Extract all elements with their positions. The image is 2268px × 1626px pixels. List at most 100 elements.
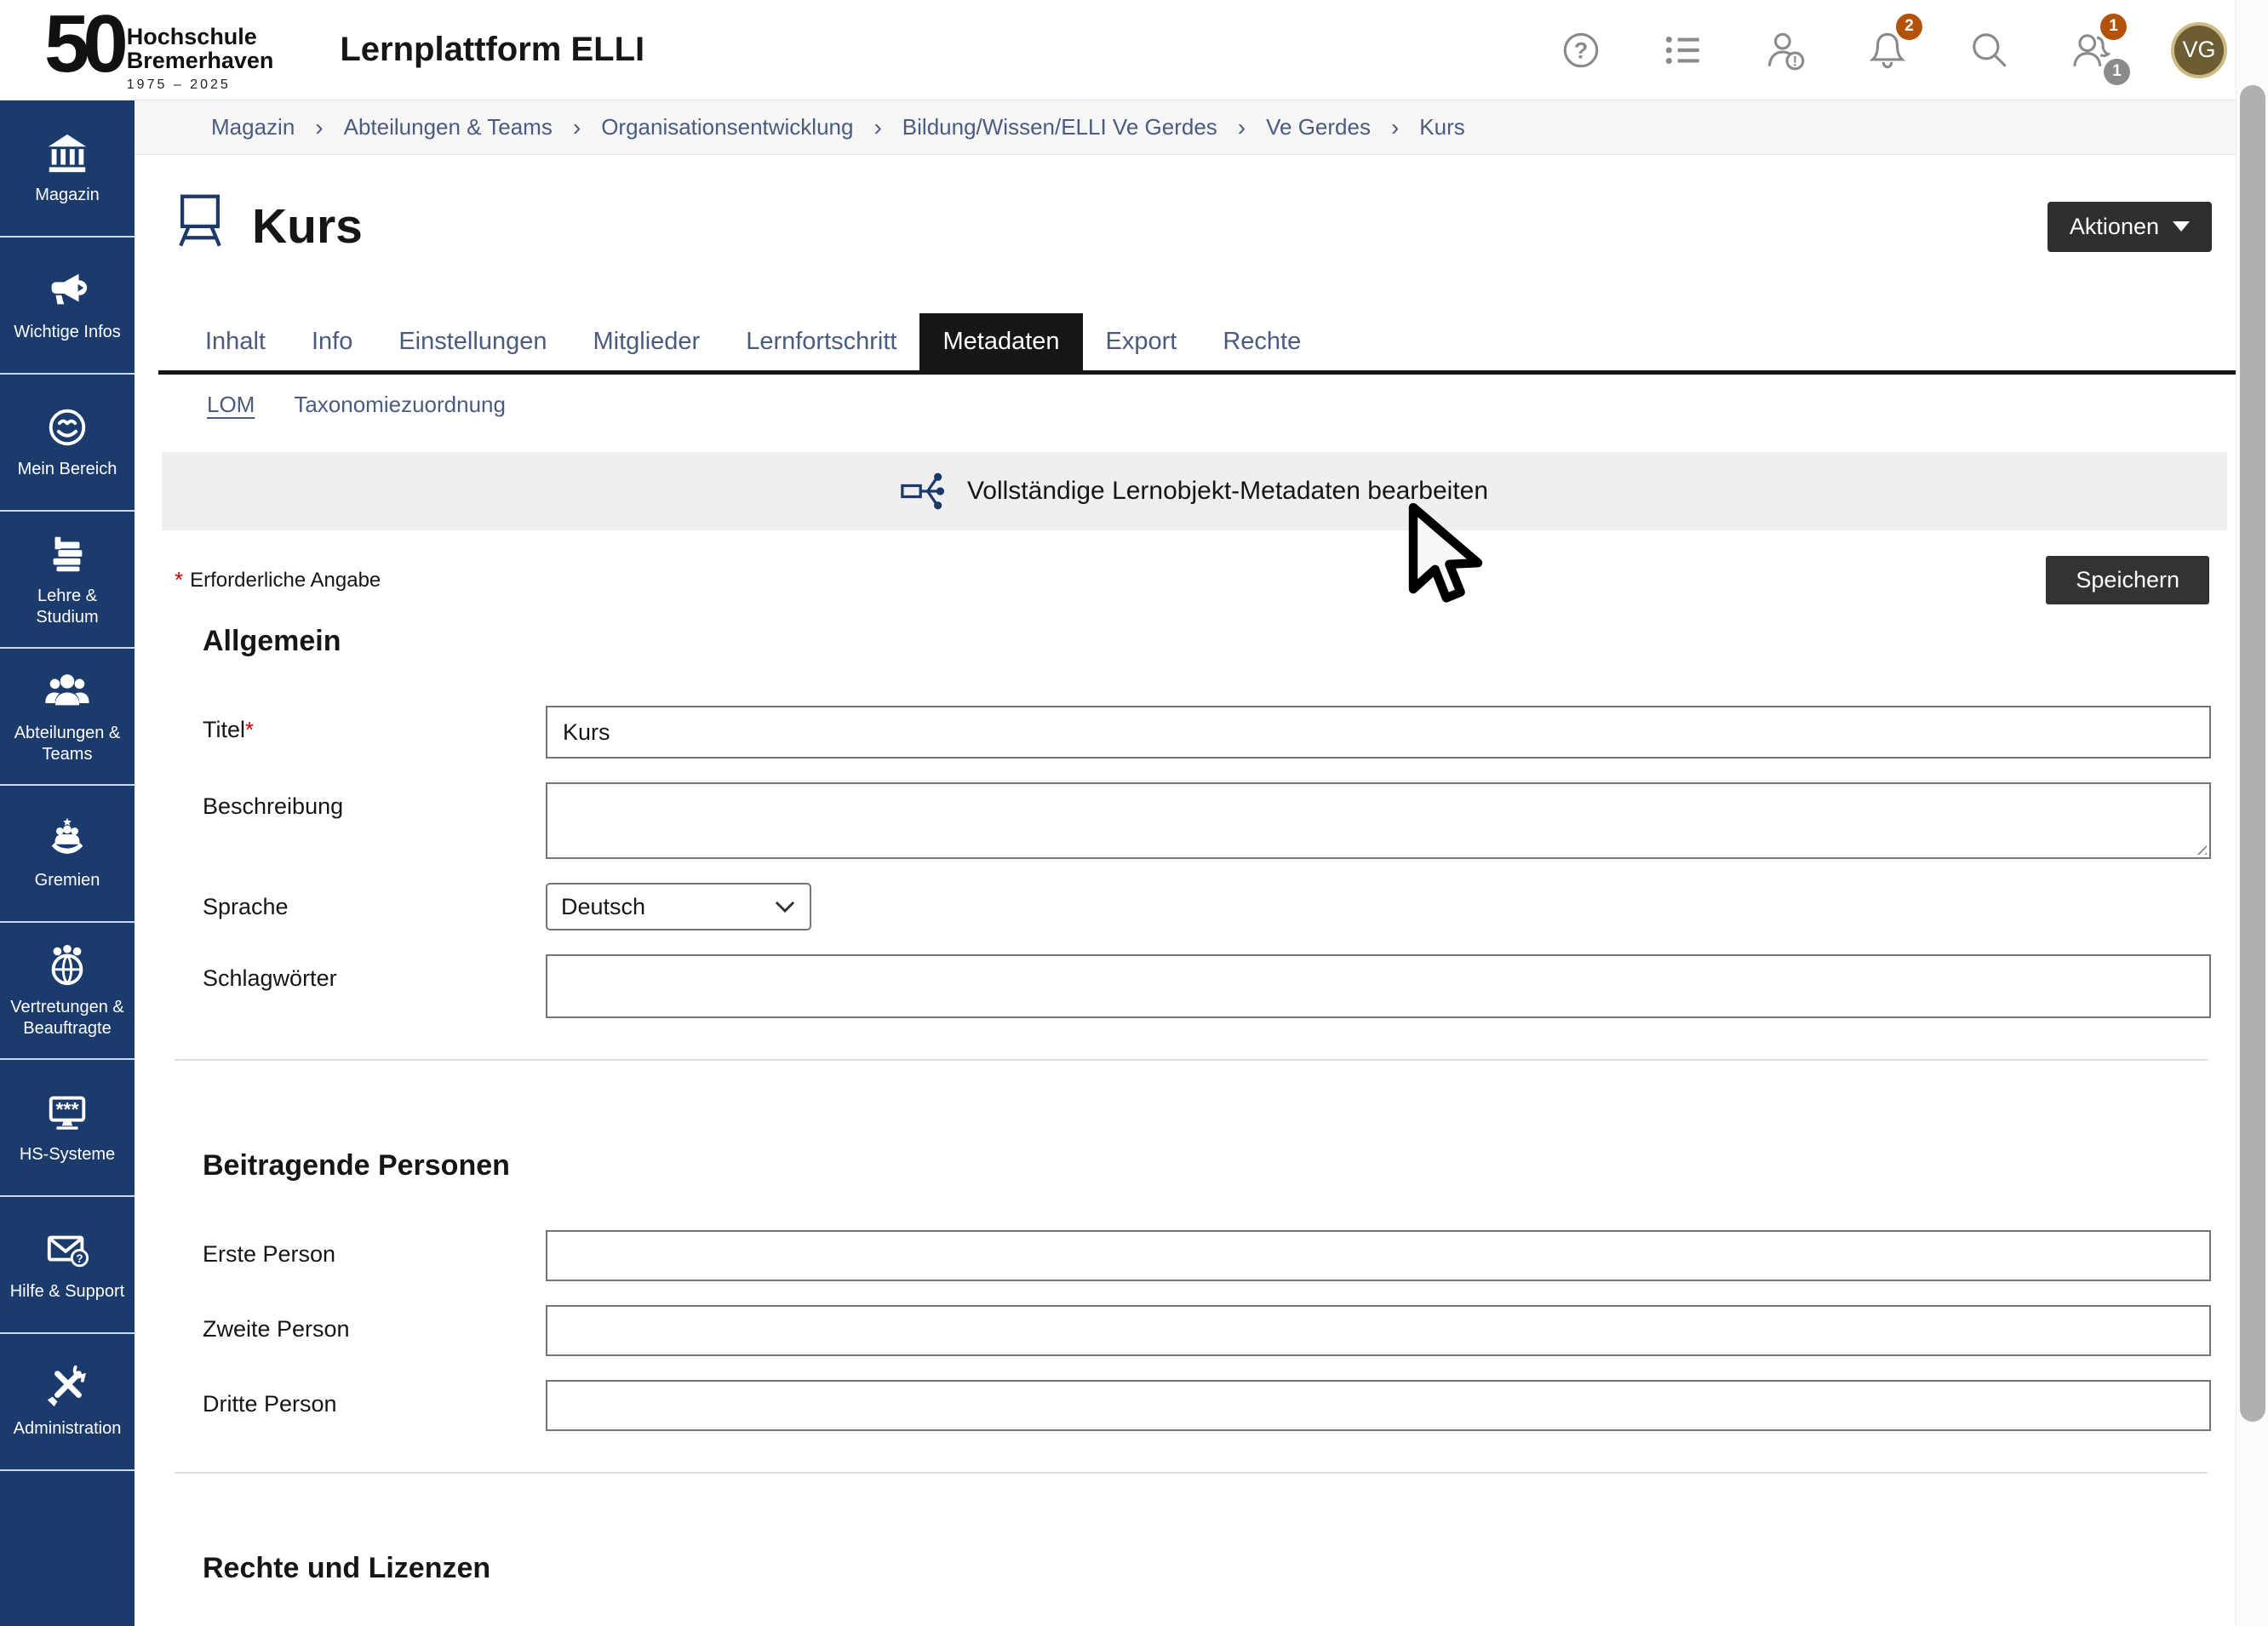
tab-inhalt[interactable]: Inhalt (182, 313, 289, 370)
schlagwoerter-input[interactable] (546, 954, 2211, 1018)
form-row-erste-person: Erste Person (203, 1230, 2211, 1281)
dritte-person-input[interactable] (546, 1380, 2211, 1431)
tab-metadaten[interactable]: Metadaten (919, 313, 1082, 370)
zweite-person-input[interactable] (546, 1305, 2211, 1356)
university-logo: 50 Hochschule Bremerhaven 1975 – 2025 (44, 7, 273, 92)
actions-button[interactable]: Aktionen (2048, 202, 2212, 252)
sidebar-item-magazin[interactable]: Magazin (0, 100, 135, 238)
contacts-icon[interactable]: 1 1 (2069, 27, 2115, 73)
form-row-beschreibung: Beschreibung (203, 782, 2211, 859)
sidebar-item-hilfe-support[interactable]: ? Hilfe & Support (0, 1197, 135, 1334)
subtab-taxonomiezuordnung[interactable]: Taxonomiezuordnung (294, 392, 506, 418)
vertical-scrollbar[interactable] (2236, 0, 2268, 1626)
subtab-lom[interactable]: LOM (207, 392, 255, 418)
committee-icon (44, 816, 90, 862)
user-status-icon[interactable]: ! (1762, 27, 1808, 73)
contacts-badge-count: 1 (2104, 59, 2130, 85)
breadcrumb-ve-gerdes[interactable]: Ve Gerdes (1266, 114, 1371, 140)
tab-einstellungen[interactable]: Einstellungen (375, 313, 570, 370)
sidebar-item-vertretungen[interactable]: Vertretungen & Beauftragte (0, 923, 135, 1060)
sprache-select[interactable]: Deutsch (546, 883, 811, 930)
course-easel-icon (174, 192, 226, 261)
sidebar-item-hs-systeme[interactable]: *** HS-Systeme (0, 1060, 135, 1197)
tab-rechte[interactable]: Rechte (1200, 313, 1324, 370)
breadcrumb-separator: › (873, 114, 881, 141)
main-content: Magazin › Abteilungen & Teams › Organisa… (135, 100, 2236, 1626)
dritte-person-label: Dritte Person (203, 1380, 546, 1431)
section-heading-allgemein: Allgemein (203, 625, 2236, 658)
top-header: 50 Hochschule Bremerhaven 1975 – 2025 Le… (0, 0, 2268, 100)
section-heading-beitragende: Beitragende Personen (203, 1149, 2236, 1182)
svg-text:!: ! (1793, 53, 1798, 69)
tab-bar: Inhalt Info Einstellungen Mitglieder Ler… (158, 313, 2236, 375)
beschreibung-textarea[interactable] (546, 782, 2211, 859)
hub-share-icon (901, 469, 945, 513)
form-row-titel: Titel* (203, 706, 2211, 759)
section-heading-rechte: Rechte und Lizenzen (203, 1552, 2236, 1585)
section-divider (175, 1059, 2208, 1061)
breadcrumb-separator: › (1238, 114, 1246, 141)
erste-person-label: Erste Person (203, 1230, 546, 1281)
form-row-schlagwoerter: Schlagwörter (203, 954, 2211, 1018)
chevron-down-icon (774, 899, 796, 914)
monitor-icon: *** (44, 1090, 90, 1136)
breadcrumb: Magazin › Abteilungen & Teams › Organisa… (135, 100, 2236, 155)
svg-text:?: ? (76, 1252, 83, 1265)
header-icon-bar: ? ! 2 (1558, 22, 2227, 78)
sidebar-item-lehre-studium[interactable]: Lehre & Studium (0, 512, 135, 649)
search-icon[interactable] (1967, 27, 2013, 73)
help-icon[interactable]: ? (1558, 27, 1604, 73)
required-note: Erforderliche Angabe (190, 569, 381, 593)
sidebar-item-mein-bereich[interactable]: Mein Bereich (0, 375, 135, 512)
mail-help-icon: ? (44, 1227, 90, 1273)
tab-export[interactable]: Export (1083, 313, 1200, 370)
zweite-person-label: Zweite Person (203, 1305, 546, 1356)
sidebar-item-wichtige-infos[interactable]: Wichtige Infos (0, 238, 135, 375)
tools-icon (44, 1364, 90, 1410)
edit-full-metadata-banner[interactable]: Vollständige Lernobjekt-Metadaten bearbe… (162, 452, 2227, 530)
list-icon[interactable] (1660, 27, 1706, 73)
people-group-icon (44, 668, 90, 714)
breadcrumb-organisationsentwicklung[interactable]: Organisationsentwicklung (601, 114, 853, 140)
logo-text: Hochschule Bremerhaven 1975 – 2025 (127, 26, 274, 92)
notifications-badge: 2 (1896, 14, 1922, 40)
edit-full-metadata-label: Vollständige Lernobjekt-Metadaten bearbe… (967, 477, 1488, 506)
avatar[interactable]: VG (2171, 22, 2227, 78)
page-title: Kurs (252, 198, 363, 255)
sidebar-item-gremien[interactable]: Gremien (0, 786, 135, 923)
tab-info[interactable]: Info (289, 313, 375, 370)
form-row-sprache: Sprache Deutsch (203, 883, 2211, 930)
chevron-down-icon (2173, 221, 2190, 232)
save-button[interactable]: Speichern (2046, 556, 2209, 604)
titel-input[interactable] (546, 706, 2211, 759)
form-row-dritte-person: Dritte Person (203, 1380, 2211, 1431)
tab-mitglieder[interactable]: Mitglieder (570, 313, 723, 370)
logo-name-line1: Hochschule (127, 26, 274, 49)
contacts-badge-new: 1 (2100, 14, 2127, 40)
breadcrumb-kurs[interactable]: Kurs (1419, 114, 1464, 140)
logo-years: 1975 – 2025 (127, 77, 274, 93)
required-asterisk: * (175, 567, 183, 593)
page-title-row: Kurs Aktionen (174, 192, 2212, 261)
breadcrumb-abteilungen[interactable]: Abteilungen & Teams (344, 114, 553, 140)
breadcrumb-separator: › (573, 114, 581, 141)
tab-lernfortschritt[interactable]: Lernfortschritt (723, 313, 919, 370)
beschreibung-label: Beschreibung (203, 782, 546, 859)
sidebar-item-administration[interactable]: Administration (0, 1334, 135, 1471)
smiley-icon (44, 404, 90, 450)
notifications-icon[interactable]: 2 (1864, 27, 1910, 73)
svg-text:***: *** (56, 1098, 79, 1120)
logo-name-line2: Bremerhaven (127, 49, 274, 73)
titel-required-asterisk: * (245, 717, 254, 742)
breadcrumb-bildung-wissen[interactable]: Bildung/Wissen/ELLI Ve Gerdes (902, 114, 1217, 140)
scrollbar-thumb[interactable] (2240, 85, 2265, 1422)
breadcrumb-magazin[interactable]: Magazin (211, 114, 295, 140)
erste-person-input[interactable] (546, 1230, 2211, 1281)
actions-button-label: Aktionen (2070, 214, 2159, 240)
section-divider (175, 1472, 2208, 1474)
schlagwoerter-label: Schlagwörter (203, 954, 546, 1018)
megaphone-icon (44, 267, 90, 313)
sidebar-item-abteilungen-teams[interactable]: Abteilungen & Teams (0, 649, 135, 786)
app-title: Lernplattform ELLI (340, 31, 644, 69)
resize-grip-icon[interactable] (2192, 840, 2207, 855)
